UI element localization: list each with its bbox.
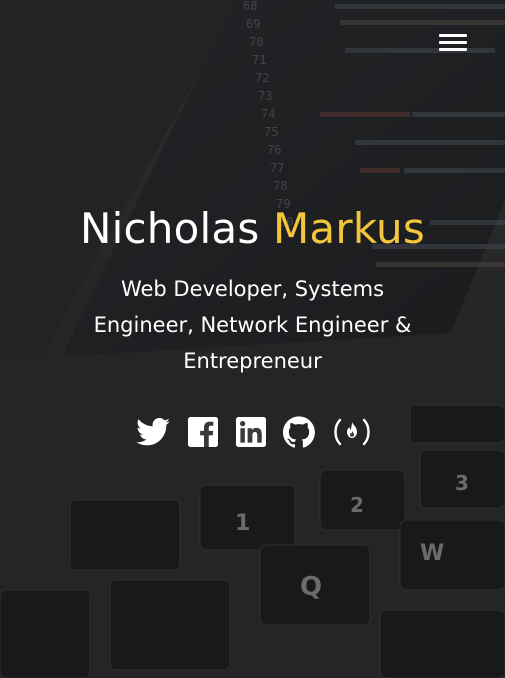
twitter-icon xyxy=(136,418,170,446)
page-title: Nicholas Markus xyxy=(0,200,505,258)
twitter-link[interactable] xyxy=(136,418,170,446)
github-icon xyxy=(283,416,316,448)
hero-section: 68 69 70 71 72 73 74 75 76 77 78 79 80 3… xyxy=(0,0,505,678)
menu-bar xyxy=(439,34,467,37)
first-name: Nicholas xyxy=(80,204,260,253)
freecodecamp-link[interactable] xyxy=(333,417,371,447)
menu-bar xyxy=(439,41,467,44)
linkedin-icon xyxy=(235,417,266,447)
facebook-link[interactable] xyxy=(187,417,218,447)
hamburger-menu-icon[interactable] xyxy=(437,30,469,56)
social-links xyxy=(136,414,371,450)
menu-bar xyxy=(439,48,467,51)
facebook-icon xyxy=(187,417,218,447)
tagline: Web Developer, Systems Engineer, Network… xyxy=(93,277,412,373)
freecodecamp-icon xyxy=(333,417,371,447)
last-name: Markus xyxy=(272,204,425,253)
linkedin-link[interactable] xyxy=(235,417,266,447)
github-link[interactable] xyxy=(283,416,316,448)
